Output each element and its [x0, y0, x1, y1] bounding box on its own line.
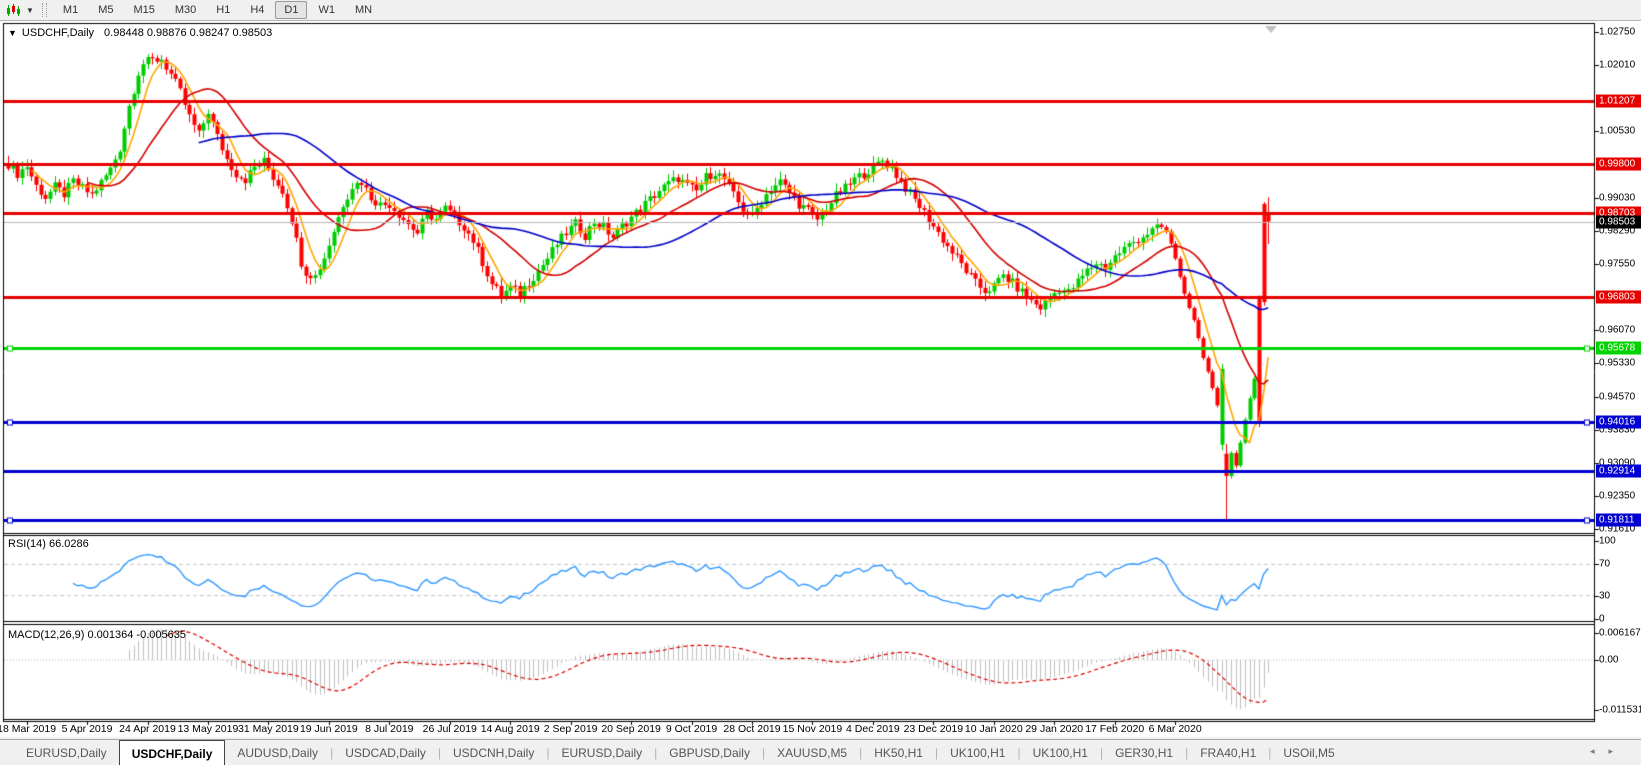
price-tick-label: 1.02010 — [1599, 60, 1635, 71]
rsi-scale-label: 30 — [1599, 590, 1610, 601]
chart-tab-usoil-m5[interactable]: USOil,M5 — [1271, 740, 1346, 765]
date-tick-label: 4 Dec 2019 — [846, 723, 900, 735]
date-tick-label: 17 Feb 2020 — [1085, 723, 1144, 735]
timeframe-button-m15[interactable]: M15 — [124, 1, 163, 19]
timeframe-button-m5[interactable]: M5 — [89, 1, 122, 19]
date-tick-label: 14 Aug 2019 — [481, 723, 540, 735]
timeframe-button-w1[interactable]: W1 — [309, 1, 344, 19]
timeframe-buttons: M1M5M15M30H1H4D1W1MN — [53, 4, 382, 16]
date-tick-label: 6 Mar 2020 — [1149, 723, 1202, 735]
timeframe-button-d1[interactable]: D1 — [275, 1, 307, 19]
chart-tab-xauusd-m5[interactable]: XAUUSD,M5 — [765, 740, 859, 765]
chart-symbol-label: USDCHF,Daily — [22, 27, 94, 39]
date-tick-label: 24 Apr 2019 — [119, 723, 176, 735]
line-price-label: 0.95678 — [1596, 341, 1641, 354]
price-tick-label: 0.95330 — [1599, 358, 1635, 369]
timeframe-toolbar: ▼ M1M5M15M30H1H4D1W1MN — [0, 0, 1641, 21]
macd-indicator-label: MACD(12,26,9) 0.001364 -0.005635 — [8, 629, 186, 641]
chart-tab-uk100-h1[interactable]: UK100,H1 — [938, 740, 1017, 765]
date-tick-label: 29 Jan 2020 — [1025, 723, 1083, 735]
date-tick-label: 2 Sep 2019 — [544, 723, 598, 735]
rsi-scale-label: 0 — [1599, 614, 1605, 625]
date-tick-label: 23 Dec 2019 — [904, 723, 964, 735]
line-price-label: 0.99800 — [1596, 157, 1641, 170]
tab-bar-corner — [0, 740, 14, 765]
chart-tab-uk100-h1[interactable]: UK100,H1 — [1021, 740, 1100, 765]
current-price-label: 0.98503 — [1596, 215, 1641, 228]
price-tick-label: 0.97550 — [1599, 259, 1635, 270]
date-tick-label: 9 Oct 2019 — [666, 723, 717, 735]
tab-scroll-left-icon[interactable]: ◂ — [1590, 746, 1609, 756]
date-tick-label: 15 Nov 2019 — [783, 723, 843, 735]
line-price-label: 0.96803 — [1596, 291, 1641, 304]
line-price-label: 0.92914 — [1596, 464, 1641, 477]
chart-tab-usdchf-daily[interactable]: USDCHF,Daily — [119, 740, 226, 765]
date-tick-label: 18 Mar 2019 — [0, 723, 56, 735]
chart-tab-audusd-daily[interactable]: AUDUSD,Daily — [225, 740, 330, 765]
date-tick-label: 13 May 2019 — [178, 723, 239, 735]
price-tick-label: 0.92350 — [1599, 491, 1635, 502]
price-tick-label: 1.00530 — [1599, 126, 1635, 137]
date-tick-label: 19 Jun 2019 — [300, 723, 358, 735]
tab-scroll-arrows[interactable]: ◂▸ — [1590, 746, 1627, 757]
price-tick-label: 1.02750 — [1599, 27, 1635, 38]
chart-title-collapse-icon[interactable]: ▼ — [8, 28, 17, 38]
date-tick-label: 28 Oct 2019 — [723, 723, 780, 735]
chart-tab-bar: EURUSD,DailyUSDCHF,DailyAUDUSD,Daily|USD… — [0, 739, 1641, 765]
date-tick-label: 5 Apr 2019 — [62, 723, 113, 735]
timeframe-button-m30[interactable]: M30 — [166, 1, 205, 19]
chart-tab-hk50-h1[interactable]: HK50,H1 — [862, 740, 935, 765]
chart-tab-fra40-h1[interactable]: FRA40,H1 — [1188, 740, 1268, 765]
chart-tab-usdcnh-daily[interactable]: USDCNH,Daily — [441, 740, 546, 765]
timeframe-button-m1[interactable]: M1 — [54, 1, 87, 19]
timeframe-button-h4[interactable]: H4 — [241, 1, 273, 19]
toolbar-grip — [42, 3, 47, 17]
rsi-scale-label: 100 — [1599, 536, 1616, 547]
date-tick-label: 8 Jul 2019 — [365, 723, 413, 735]
date-tick-label: 26 Jul 2019 — [423, 723, 477, 735]
line-price-label: 0.91811 — [1596, 514, 1641, 527]
tab-scroll-right-icon[interactable]: ▸ — [1608, 746, 1627, 756]
line-price-label: 1.01207 — [1596, 94, 1641, 107]
macd-scale-label: -0.011531 — [1599, 705, 1641, 716]
chart-tab-usdcad-daily[interactable]: USDCAD,Daily — [333, 740, 438, 765]
rsi-indicator-label: RSI(14) 66.0286 — [8, 538, 89, 550]
line-price-label: 0.94016 — [1596, 415, 1641, 428]
chart-tab-gbpusd-daily[interactable]: GBPUSD,Daily — [657, 740, 762, 765]
chart-tab-eurusd-daily[interactable]: EURUSD,Daily — [549, 740, 654, 765]
price-tick-label: 0.94570 — [1599, 392, 1635, 403]
chart-tab-ger30-h1[interactable]: GER30,H1 — [1103, 740, 1185, 765]
macd-scale-label: 0.006167 — [1599, 628, 1641, 639]
mt4-window: { "toolbar": { "timeframes": ["M1","M5",… — [0, 0, 1641, 765]
chart-type-dropdown-icon[interactable]: ▼ — [26, 6, 34, 15]
price-chart-canvas[interactable] — [0, 0, 1641, 765]
macd-scale-label: 0.00 — [1599, 655, 1618, 666]
date-tick-label: 20 Sep 2019 — [601, 723, 661, 735]
timeframe-button-mn[interactable]: MN — [346, 1, 381, 19]
timeframe-button-h1[interactable]: H1 — [207, 1, 239, 19]
price-tick-label: 0.99030 — [1599, 193, 1635, 204]
chart-tabs: EURUSD,DailyUSDCHF,DailyAUDUSD,Daily|USD… — [14, 740, 1347, 765]
chart-title: ▼ USDCHF,Daily 0.98448 0.98876 0.98247 0.9… — [8, 27, 272, 39]
rsi-scale-label: 70 — [1599, 559, 1610, 570]
date-tick-label: 31 May 2019 — [238, 723, 299, 735]
date-tick-label: 10 Jan 2020 — [965, 723, 1023, 735]
chart-tab-eurusd-daily[interactable]: EURUSD,Daily — [14, 740, 119, 765]
chart-ohlc-readout: 0.98448 0.98876 0.98247 0.98503 — [104, 27, 272, 39]
price-tick-label: 0.96070 — [1599, 325, 1635, 336]
chart-type-icon[interactable] — [3, 3, 24, 18]
